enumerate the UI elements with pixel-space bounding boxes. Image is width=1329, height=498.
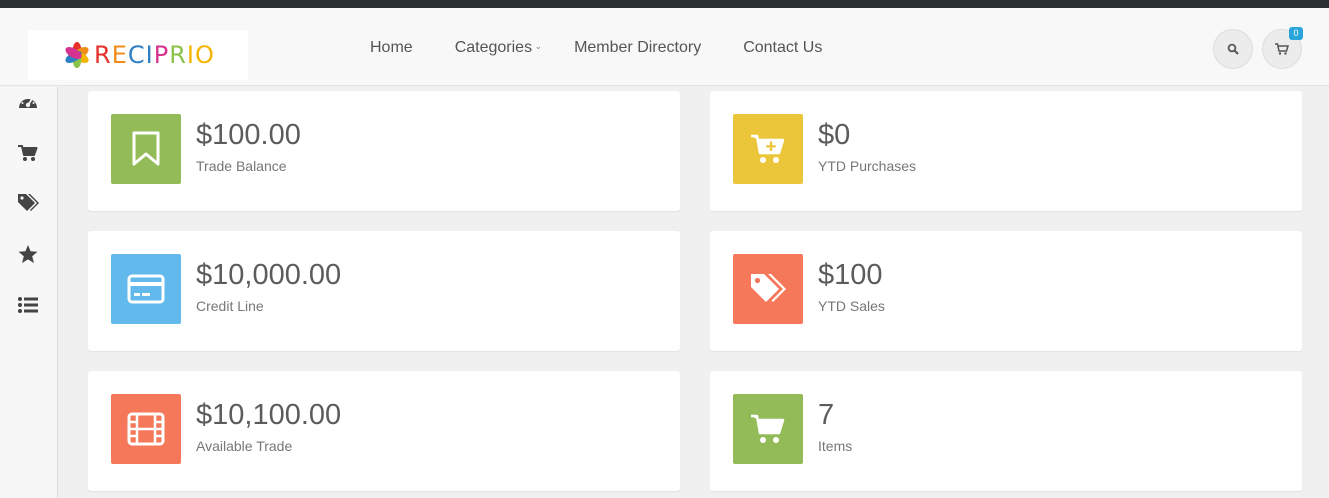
nav-home[interactable]: Home <box>370 39 413 57</box>
search-button[interactable] <box>1213 29 1253 69</box>
card-tile <box>733 114 803 184</box>
cart-icon <box>1275 43 1289 55</box>
list-icon[interactable] <box>17 294 39 316</box>
top-strip <box>0 0 1329 8</box>
cart-button[interactable]: 0 <box>1262 27 1303 69</box>
brand-letter: I <box>145 41 154 69</box>
card-label: Available Trade <box>196 438 293 454</box>
tags-icon <box>751 274 786 302</box>
brand-letter: R <box>94 41 112 69</box>
search-icon <box>1227 43 1239 55</box>
credit-card-icon <box>127 274 165 304</box>
card-value: $100 <box>818 259 883 291</box>
star-icon[interactable] <box>17 243 39 265</box>
sidebar <box>0 87 58 498</box>
header: RECIPRIO Home Categories ⌄ Member Directo… <box>0 8 1329 86</box>
card-label: Items <box>818 438 853 454</box>
card-tile <box>733 254 803 324</box>
card-available-trade[interactable]: $10,100.00 Available Trade <box>88 371 680 491</box>
brand-letter: E <box>111 41 128 69</box>
card-value: 7 <box>818 399 835 431</box>
card-credit-line[interactable]: $10,000.00 Credit Line <box>88 231 680 351</box>
card-value: $100.00 <box>196 119 301 151</box>
brand-name: RECIPRIO <box>94 41 215 69</box>
flower-logo-icon <box>65 42 89 68</box>
dashboard-icon[interactable] <box>17 91 39 113</box>
card-ytd-purchases[interactable]: $0 YTD Purchases <box>710 91 1302 211</box>
card-trade-balance[interactable]: $100.00 Trade Balance <box>88 91 680 211</box>
card-tile <box>111 394 181 464</box>
nav-member-directory[interactable]: Member Directory <box>574 39 701 57</box>
brand-letter: R <box>169 41 187 69</box>
chevron-down-icon: ⌄ <box>534 41 543 51</box>
bookmark-icon <box>132 131 160 166</box>
brand-letter: C <box>127 41 146 69</box>
card-items[interactable]: 7 Items <box>710 371 1302 491</box>
card-label: Trade Balance <box>196 158 287 174</box>
brand-letter: I <box>186 41 195 69</box>
card-value: $10,100.00 <box>196 399 342 431</box>
card-label: Credit Line <box>196 298 264 314</box>
card-tile <box>111 114 181 184</box>
card-tile <box>733 394 803 464</box>
cart-plus-icon <box>751 134 785 163</box>
card-value: $0 <box>818 119 851 151</box>
card-label: YTD Purchases <box>818 158 917 174</box>
card-label: YTD Sales <box>818 298 885 314</box>
cart-count-badge: 0 <box>1289 27 1303 40</box>
card-tile <box>111 254 181 324</box>
logo[interactable]: RECIPRIO <box>28 30 248 80</box>
main-nav: Home Categories ⌄ Member Directory Contac… <box>370 39 864 57</box>
card-value: $10,000.00 <box>196 259 342 291</box>
brand-letter: P <box>153 41 170 69</box>
cart-icon <box>751 414 785 443</box>
cart-icon[interactable] <box>17 142 39 164</box>
nav-contact-us[interactable]: Contact Us <box>743 39 822 57</box>
tags-icon[interactable] <box>17 192 39 214</box>
card-ytd-sales[interactable]: $100 YTD Sales <box>710 231 1302 351</box>
brand-letter: O <box>194 41 215 69</box>
nav-categories-label: Categories <box>454 39 533 56</box>
nav-categories[interactable]: Categories ⌄ <box>454 39 542 57</box>
film-icon <box>127 412 165 446</box>
